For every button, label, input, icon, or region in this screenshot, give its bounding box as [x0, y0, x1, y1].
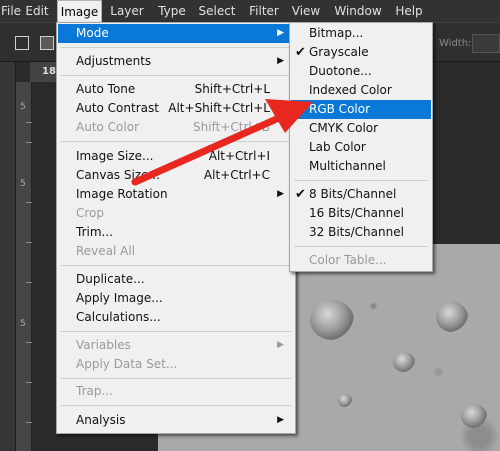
- menu-filter[interactable]: Filter: [244, 0, 284, 22]
- menu-item-canvas-size[interactable]: Canvas Size... Alt+Ctrl+C: [58, 166, 294, 185]
- menu-item-calculations[interactable]: Calculations...: [58, 308, 294, 327]
- vertical-ruler: 5 5 5: [16, 82, 32, 451]
- menu-item-reveal-all: Reveal All: [76, 244, 136, 258]
- crater: [436, 302, 468, 332]
- menu-layer[interactable]: Layer: [106, 0, 148, 22]
- menu-image[interactable]: Image: [57, 0, 102, 23]
- add-selection-icon[interactable]: [40, 36, 54, 50]
- menu-item-grayscale[interactable]: ✔ Grayscale: [291, 43, 431, 62]
- menu-item-16-bits[interactable]: 16 Bits/Channel: [291, 204, 431, 223]
- menu-item-indexed-color[interactable]: Indexed Color: [291, 81, 431, 100]
- width-input[interactable]: [472, 34, 500, 53]
- crater: [338, 394, 352, 407]
- tools-panel: [0, 62, 16, 451]
- checkmark-icon: ✔: [295, 45, 306, 60]
- menu-window[interactable]: Window: [330, 0, 386, 22]
- menu-item-duotone[interactable]: Duotone...: [291, 62, 431, 81]
- menu-item-multichannel[interactable]: Multichannel: [291, 157, 431, 176]
- menu-file[interactable]: File: [0, 0, 22, 22]
- menu-item-32-bits[interactable]: 32 Bits/Channel: [291, 223, 431, 242]
- menu-item-auto-tone[interactable]: Auto Tone Shift+Ctrl+L: [58, 80, 294, 99]
- mode-submenu: Bitmap... ✔ Grayscale Duotone... Indexed …: [289, 22, 433, 272]
- menu-view[interactable]: View: [288, 0, 324, 22]
- menu-item-variables: Variables ▶: [58, 336, 294, 355]
- submenu-arrow-icon: ▶: [277, 189, 284, 199]
- menu-item-mode[interactable]: Mode ▶: [58, 24, 294, 43]
- menu-item-image-rotation[interactable]: Image Rotation ▶: [58, 185, 294, 204]
- menu-item-image-size[interactable]: Image Size... Alt+Ctrl+I: [58, 147, 294, 166]
- menu-item-analysis[interactable]: Analysis ▶: [58, 411, 294, 430]
- crater: [310, 300, 354, 340]
- submenu-arrow-icon: ▶: [277, 340, 284, 350]
- ruler-number: 5: [20, 319, 26, 329]
- menu-item-apply-data-set: Apply Data Set...: [76, 357, 178, 371]
- new-selection-icon[interactable]: [15, 36, 29, 50]
- menu-item-trap: Trap...: [76, 384, 113, 398]
- menu-help[interactable]: Help: [391, 0, 427, 22]
- menu-item-crop: Crop: [76, 206, 105, 220]
- ruler-number: 5: [20, 102, 26, 112]
- image-menu: Mode ▶ Adjustments ▶ Auto Tone Shift+Ctrl+L…: [56, 22, 296, 434]
- menu-edit[interactable]: Edit: [22, 0, 52, 22]
- menu-item-trim[interactable]: Trim...: [58, 223, 294, 242]
- crater: [461, 404, 487, 428]
- submenu-arrow-icon: ▶: [277, 28, 284, 38]
- menu-select[interactable]: Select: [196, 0, 238, 22]
- menu-type[interactable]: Type: [153, 0, 191, 22]
- ruler-number: 5: [20, 179, 26, 189]
- menu-item-duplicate[interactable]: Duplicate...: [58, 270, 294, 289]
- menu-item-cmyk-color[interactable]: CMYK Color: [291, 119, 431, 138]
- checkmark-icon: ✔: [295, 187, 306, 202]
- menu-item-color-table: Color Table...: [309, 253, 387, 267]
- menu-item-lab-color[interactable]: Lab Color: [291, 138, 431, 157]
- menu-item-auto-color: Auto Color Shift+Ctrl+B: [76, 120, 270, 134]
- crater: [393, 352, 415, 372]
- menu-item-bitmap[interactable]: Bitmap...: [291, 24, 431, 43]
- width-label: Width:: [439, 38, 472, 49]
- menu-item-auto-contrast[interactable]: Auto Contrast Alt+Shift+Ctrl+L: [58, 99, 294, 118]
- menu-item-rgb-color[interactable]: RGB Color: [291, 100, 431, 119]
- menu-bar: File Edit Image Layer Type Select Filter…: [0, 0, 500, 23]
- menu-item-8-bits[interactable]: ✔ 8 Bits/Channel: [291, 185, 431, 204]
- menu-item-apply-image[interactable]: Apply Image...: [58, 289, 294, 308]
- submenu-arrow-icon: ▶: [277, 56, 284, 66]
- submenu-arrow-icon: ▶: [277, 415, 284, 425]
- menu-item-adjustments[interactable]: Adjustments ▶: [58, 52, 294, 71]
